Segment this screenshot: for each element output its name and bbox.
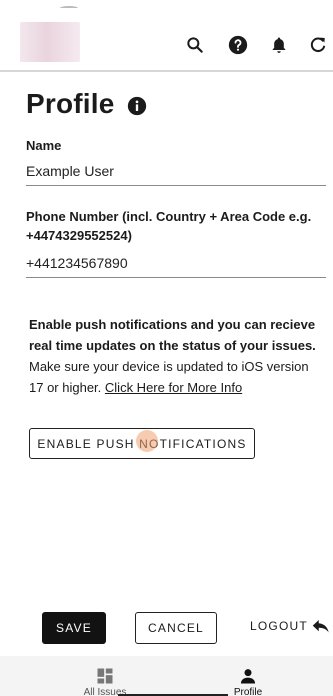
help-icon[interactable] (227, 34, 249, 56)
refresh-icon[interactable] (307, 34, 329, 56)
more-info-link[interactable]: Click Here for More Info (105, 380, 242, 395)
push-info-bold: Enable push notifications and you can re… (29, 317, 316, 353)
touch-indicator (136, 430, 158, 452)
bottom-navigation: All Issues Profile (0, 656, 333, 696)
search-icon[interactable] (184, 34, 206, 56)
phone-label: Phone Number (incl. Country + Area Code … (26, 209, 312, 243)
page-title: Profile (26, 88, 115, 119)
cancel-button[interactable]: CANCEL (135, 612, 217, 644)
name-field[interactable]: Example User (26, 163, 326, 186)
nav-label-profile: Profile (233, 687, 263, 696)
person-icon (240, 669, 256, 684)
info-icon[interactable] (127, 96, 147, 116)
dashboard-icon (97, 668, 113, 684)
save-button[interactable]: SAVE (42, 612, 106, 644)
name-label: Name (26, 138, 62, 153)
reply-arrow-icon (312, 620, 329, 633)
app-logo (20, 22, 80, 62)
logout-label: LOGOUT (250, 619, 308, 633)
push-info-text: Enable push notifications and you can re… (29, 314, 325, 398)
nav-item-all-issues[interactable]: All Issues (74, 656, 136, 696)
logout-button[interactable]: LOGOUT (250, 618, 330, 634)
bell-icon[interactable] (268, 34, 290, 56)
phone-field[interactable]: +441234567890 (26, 255, 326, 278)
status-bar-fragment (60, 6, 78, 10)
nav-item-profile[interactable]: Profile (218, 656, 278, 696)
app-header (0, 0, 333, 72)
page-title-row: Profile (26, 88, 147, 120)
